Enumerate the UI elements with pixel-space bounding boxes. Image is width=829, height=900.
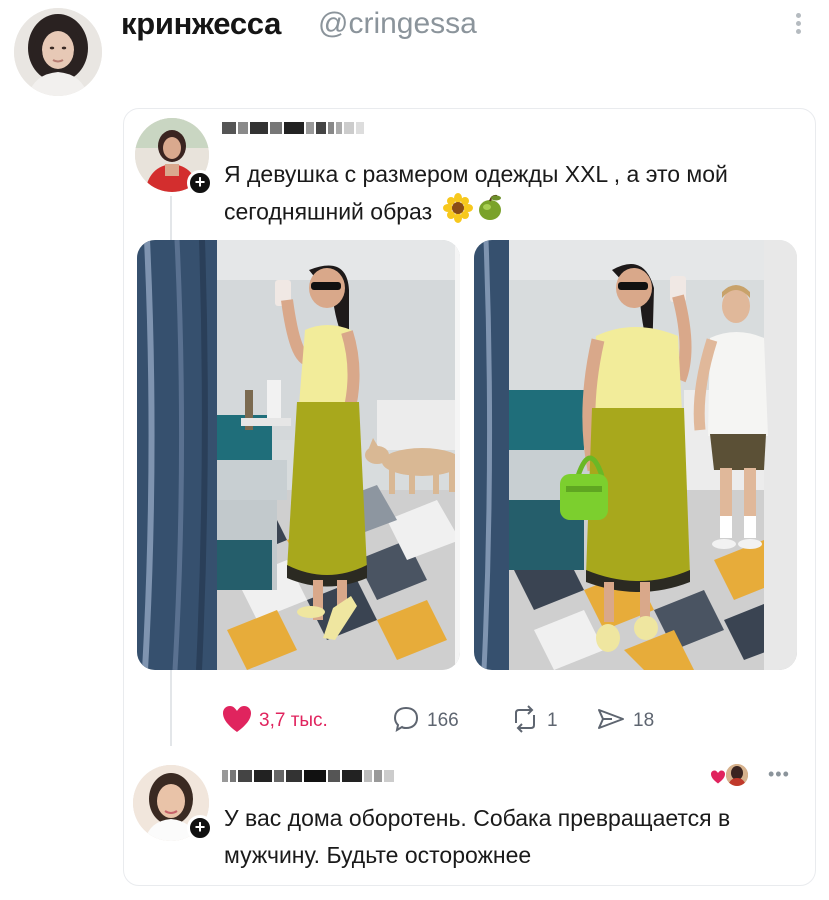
pixelated-reply-username [222, 770, 396, 782]
sunflower-emoji [442, 193, 473, 234]
follow-plus-icon[interactable]: + [187, 815, 213, 841]
heart-icon [222, 705, 252, 738]
comment-count: 166 [427, 710, 459, 731]
share-button[interactable]: 18 [596, 706, 654, 736]
author-display-name[interactable]: кринжесса [121, 6, 281, 42]
author-mini-avatar [726, 764, 748, 786]
share-icon [596, 705, 626, 738]
comment-button[interactable]: 166 [392, 706, 459, 736]
repost-icon [510, 704, 540, 738]
pixelated-username [222, 122, 366, 134]
tweet-header: кринжесса @cringessa [0, 0, 829, 100]
more-icon[interactable]: ••• [768, 764, 790, 785]
post-text: Я девушка с размером одежды XXL , а это … [224, 156, 784, 234]
follow-plus-icon[interactable]: + [187, 170, 213, 196]
author-handle[interactable]: @cringessa [318, 7, 477, 41]
olive-emoji [475, 193, 505, 234]
reply-toolbar: ••• [710, 760, 800, 790]
post-photo-left[interactable] [137, 240, 460, 670]
share-count: 18 [633, 710, 655, 731]
reply-text: У вас дома оборотень. Собака превращаетс… [224, 805, 731, 868]
comment-icon [392, 705, 420, 738]
like-button[interactable]: 3,7 тыс. [222, 705, 328, 738]
more-options-icon[interactable] [790, 10, 806, 40]
like-count: 3,7 тыс. [259, 710, 328, 731]
post-photo-right[interactable] [474, 240, 797, 670]
repost-count: 1 [547, 710, 558, 731]
repost-button[interactable]: 1 [510, 704, 558, 738]
author-liked-heart-icon [710, 770, 726, 789]
author-avatar[interactable] [14, 8, 102, 96]
